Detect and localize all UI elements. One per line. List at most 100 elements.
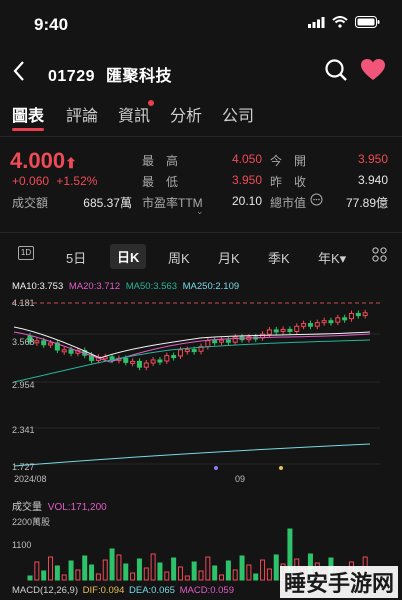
- volume-bar: [136, 558, 142, 581]
- pe-label: 市盈率TTM: [142, 196, 203, 210]
- volume-bar: [246, 564, 252, 581]
- tab-chart[interactable]: 圖表: [12, 102, 44, 126]
- volume-bar: [75, 569, 81, 581]
- tab-analysis[interactable]: 分析: [170, 102, 202, 126]
- macd-dif: DIF:0.094: [82, 585, 125, 596]
- prev-close-value: 3.940: [357, 173, 388, 187]
- volume-bar: [253, 573, 259, 581]
- candle: [191, 349, 197, 353]
- candles: [27, 309, 368, 371]
- divider: [0, 136, 402, 137]
- ma50-line: [13, 339, 371, 383]
- volume-bar: [116, 554, 122, 581]
- volume-bar: [34, 561, 40, 581]
- tab-bar: 圖表 評論 資訊 分析 公司: [0, 100, 402, 132]
- status-time: 9:40: [34, 15, 69, 34]
- volume-bar: [48, 556, 54, 581]
- candle: [212, 340, 218, 344]
- ma20-line: [13, 331, 371, 363]
- candle: [307, 323, 313, 327]
- candle: [225, 339, 231, 343]
- macd-value: MACD:0.059: [179, 585, 234, 596]
- ma250-line: [13, 443, 371, 467]
- candle: [48, 342, 54, 346]
- event-dot[interactable]: [279, 466, 283, 470]
- candle: [68, 349, 74, 354]
- volume-bar: [95, 573, 101, 581]
- candle: [232, 336, 238, 343]
- divider: [0, 232, 402, 233]
- nav-bar: 01729 匯聚科技: [0, 52, 402, 92]
- watermark-logo: 睡安手游网: [280, 566, 399, 598]
- period-1d-button[interactable]: 1D: [18, 246, 34, 260]
- candle: [287, 328, 293, 332]
- candle: [34, 340, 40, 344]
- candle: [150, 359, 156, 364]
- period-selector: 1D 5日 日K 周K 月K 季K 年K▾: [0, 244, 402, 270]
- grid-settings-button[interactable]: [372, 247, 387, 267]
- volume-bar: [219, 574, 225, 581]
- up-arrow-icon: ⬆: [65, 155, 77, 171]
- high-label: 最 高: [142, 154, 179, 168]
- chevron-left-icon: [13, 61, 24, 81]
- price-axis-label: 1.727: [12, 462, 35, 472]
- date-label: 2024/08: [14, 474, 47, 484]
- candle: [266, 329, 272, 335]
- volume-bar: [27, 575, 33, 581]
- last-price: 4.000⬆: [10, 148, 77, 174]
- period-month-k[interactable]: 月K: [218, 248, 240, 267]
- battery-icon: [355, 16, 380, 28]
- volume-legend: 成交量 VOL:171,200: [12, 498, 107, 513]
- pe-dropdown-icon[interactable]: ⌄: [196, 206, 204, 217]
- volume-bar: [225, 560, 231, 581]
- heart-icon: [361, 59, 385, 80]
- period-quarter-k[interactable]: 季K: [268, 248, 290, 267]
- volume-bar: [266, 568, 272, 581]
- ma250-value: MA250:2.109: [182, 281, 240, 292]
- price-change: +0.060 +1.52%: [12, 174, 97, 188]
- volume-bar: [150, 553, 156, 581]
- candle: [143, 362, 149, 368]
- candle: [123, 357, 129, 363]
- market-cap-value: 77.89億: [345, 196, 388, 210]
- info-icon[interactable]: [310, 193, 323, 211]
- open-value: 3.950: [357, 152, 388, 166]
- event-dot[interactable]: [214, 466, 218, 470]
- candlestick-chart[interactable]: 4.181 3.568 2.954 2.341 1.727 2024/08 09: [0, 294, 402, 484]
- open-label: 今 開: [270, 154, 307, 168]
- pe-value: 20.10: [231, 194, 262, 208]
- candle: [280, 328, 286, 332]
- period-year-k[interactable]: 年K▾: [318, 248, 346, 267]
- page-title: 01729 匯聚科技: [48, 62, 172, 86]
- macd-dea: DEA:0.065: [129, 585, 175, 596]
- volume-bar: [123, 563, 129, 581]
- candle: [61, 349, 67, 353]
- market-cap-label: 總市值: [270, 196, 307, 210]
- news-badge: [148, 100, 154, 106]
- search-icon: [325, 59, 347, 81]
- high-value: 4.050: [231, 152, 262, 166]
- stock-name: 匯聚科技: [105, 68, 172, 85]
- back-button[interactable]: [12, 54, 26, 89]
- price-axis-label: 3.568: [12, 337, 35, 347]
- candle: [219, 339, 225, 343]
- signal-icon: [308, 16, 325, 28]
- tab-comments[interactable]: 評論: [66, 102, 98, 126]
- volume-bar: [177, 566, 183, 581]
- volume-bar: [212, 565, 218, 581]
- search-button[interactable]: [324, 58, 348, 87]
- volume-bar: [171, 557, 177, 581]
- status-bar: 9:40: [0, 0, 402, 46]
- period-week-k[interactable]: 周K: [168, 248, 190, 267]
- tab-company[interactable]: 公司: [222, 102, 254, 126]
- period-day-k[interactable]: 日K: [110, 244, 147, 269]
- period-5d[interactable]: 5日: [66, 248, 86, 267]
- price-axis-label: 2.341: [12, 425, 35, 435]
- favorite-button[interactable]: [360, 58, 386, 87]
- candle: [171, 355, 177, 359]
- stock-code: 01729: [48, 68, 95, 85]
- volume-bar: [41, 570, 47, 581]
- volume-bar: [130, 572, 136, 581]
- macd-title: MACD(12,26,9): [12, 585, 78, 596]
- tab-news[interactable]: 資訊: [118, 102, 150, 126]
